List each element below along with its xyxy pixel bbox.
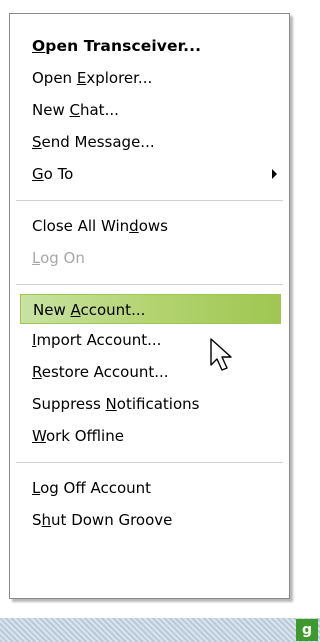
label-post: mport Account... (36, 331, 162, 349)
mnemonic: L (32, 479, 41, 497)
mnemonic: h (41, 511, 52, 529)
label-post: xplorer... (86, 69, 153, 87)
label-post: ows (138, 217, 168, 235)
label-post: hat... (79, 101, 119, 119)
mnemonic: S (32, 133, 42, 151)
menu-item-log-off-account[interactable]: Log Off Account (10, 472, 289, 504)
menu-item-open-transceiver[interactable]: Open Transceiver... (10, 30, 289, 62)
menu-item-new-account[interactable]: New Account... (20, 294, 281, 324)
label-post: og On (40, 249, 85, 267)
mnemonic: E (76, 69, 87, 87)
menu-item-import-account[interactable]: Import Account... (10, 324, 289, 356)
label-post: estore Account... (41, 363, 169, 381)
label-post: end Message... (41, 133, 155, 151)
menu-item-close-all-windows[interactable]: Close All Windows (10, 210, 289, 242)
submenu-arrow-icon (272, 169, 277, 179)
label-post: ccount... (80, 301, 146, 319)
label-post: otifications (116, 395, 200, 413)
menu-item-send-message[interactable]: Send Message... (10, 126, 289, 158)
mnemonic: O (32, 37, 46, 55)
label-post: ork Offline (45, 427, 124, 445)
mnemonic: N (105, 395, 117, 413)
taskbar: g (0, 618, 320, 642)
context-menu: Open Transceiver... Open Explorer... New… (9, 13, 290, 599)
mnemonic: L (32, 249, 41, 267)
menu-item-new-chat[interactable]: New Chat... (10, 94, 289, 126)
menu-separator (16, 284, 283, 285)
label-pre: Close All Win (32, 217, 130, 235)
menu-item-restore-account[interactable]: Restore Account... (10, 356, 289, 388)
mnemonic: d (129, 217, 139, 235)
menu-item-shut-down-groove[interactable]: Shut Down Groove (10, 504, 289, 536)
menu-item-open-explorer[interactable]: Open Explorer... (10, 62, 289, 94)
mnemonic: C (69, 101, 80, 119)
menu-separator (16, 200, 283, 201)
label-post: o To (43, 165, 74, 183)
label-post: pen Transceiver... (45, 37, 202, 55)
mnemonic: W (32, 427, 46, 445)
mnemonic: G (32, 165, 44, 183)
label-post: ut Down Groove (51, 511, 173, 529)
label-pre: S (32, 511, 42, 529)
label-post: og Off Account (40, 479, 152, 497)
label-pre: Suppress (32, 395, 106, 413)
groove-tray-icon[interactable]: g (296, 619, 318, 641)
menu-item-log-on: Log On (10, 242, 289, 274)
mnemonic: R (32, 363, 42, 381)
label-pre: Open (32, 69, 77, 87)
menu-item-go-to[interactable]: Go To (10, 158, 289, 190)
menu-item-work-offline[interactable]: Work Offline (10, 420, 289, 452)
mouse-pointer-icon (210, 338, 232, 371)
mnemonic: A (70, 301, 81, 319)
label-pre: New (32, 101, 70, 119)
label-pre: New (33, 301, 71, 319)
menu-separator (16, 462, 283, 463)
menu-item-suppress-notifications[interactable]: Suppress Notifications (10, 388, 289, 420)
